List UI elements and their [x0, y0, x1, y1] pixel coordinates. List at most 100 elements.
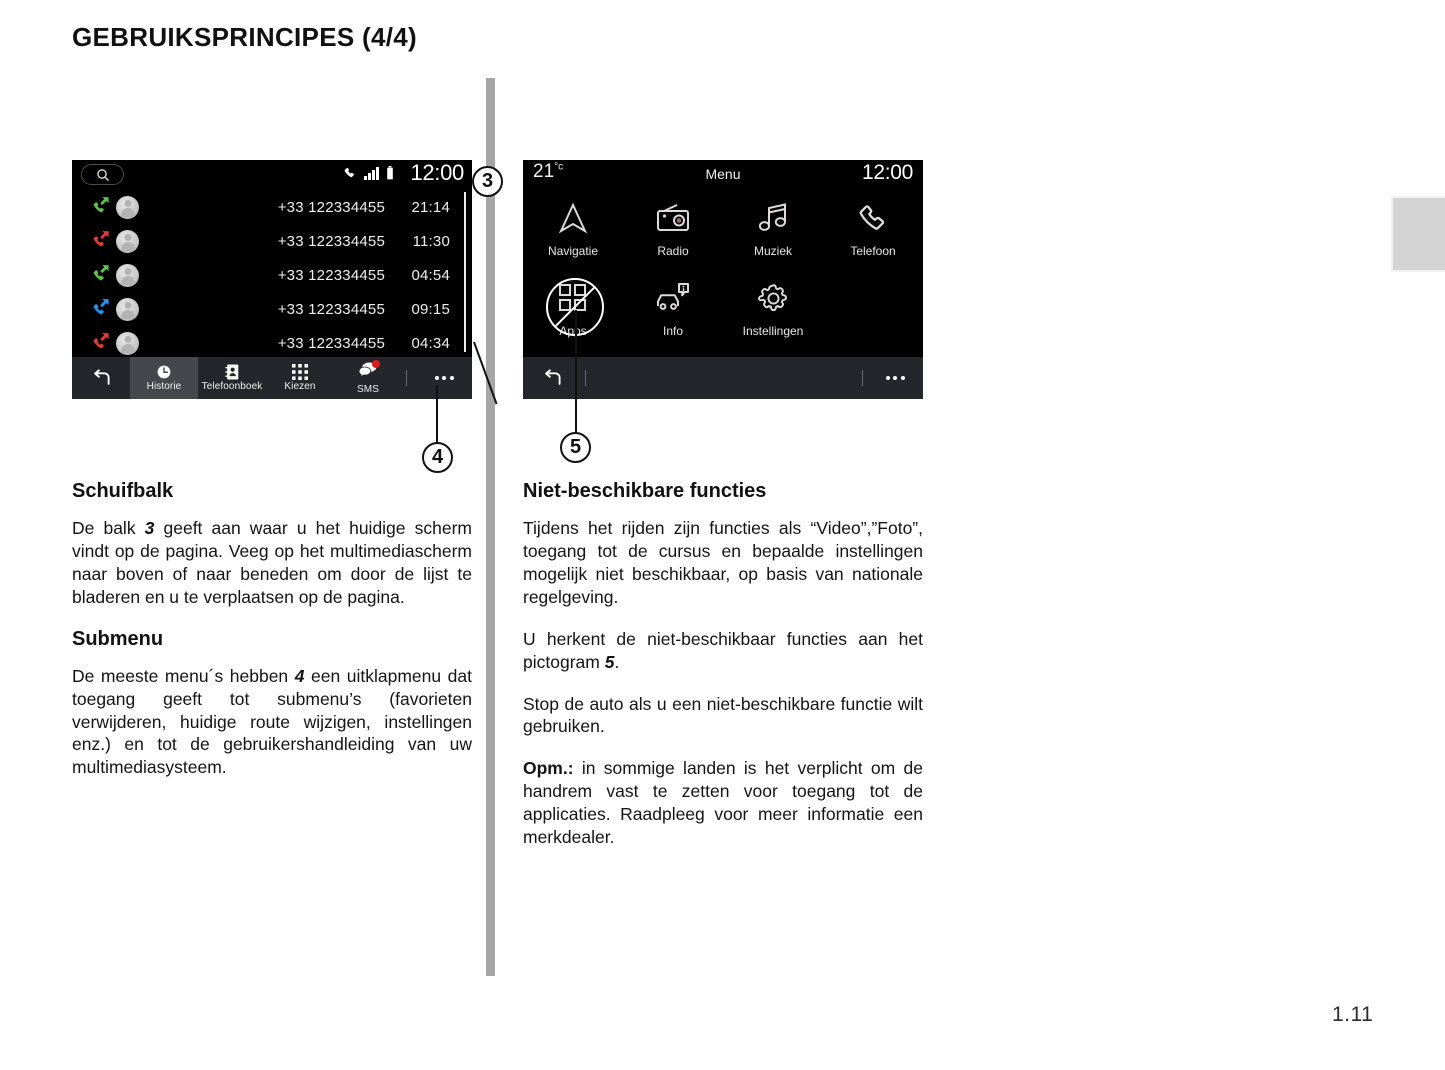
sms-bubble-icon	[358, 359, 380, 383]
tab-label: Kiezen	[284, 381, 316, 392]
menu-screen-clock: 12:00	[861, 161, 913, 184]
back-arrow-icon	[94, 369, 110, 385]
paragraph-opmerking: Opm.: in sommige landen is het verplicht…	[523, 757, 923, 849]
table-row[interactable]: +33 122334455 21:14	[72, 190, 472, 224]
call-time: 21:14	[411, 198, 450, 216]
right-text-column: Niet-beschikbare functies Tijdens het ri…	[523, 480, 923, 849]
menu-item-label: Instellingen	[742, 324, 804, 338]
overflow-menu-button[interactable]	[867, 357, 923, 399]
call-direction-icon	[72, 297, 116, 322]
call-number: +33 122334455	[277, 232, 385, 250]
call-direction-icon	[72, 195, 116, 220]
inline-reference: 4	[294, 665, 305, 686]
menu-item-info[interactable]: Info	[623, 278, 723, 352]
paragraph-niet-beschikbaar-3: Stop de auto als u een niet-beschikbare …	[523, 693, 923, 737]
menu-item-label: Info	[662, 324, 683, 338]
avatar	[116, 297, 139, 321]
left-text-column: Schuifbalk De balk 3 geeft aan waar u he…	[72, 480, 472, 779]
radio-icon	[655, 198, 691, 238]
tab-label: Historie	[146, 381, 182, 392]
menu-screen-figure: 21°c Menu 12:00 Navigatie Radio Muziek T…	[523, 160, 923, 463]
paragraph-text: De meeste menu´s hebben	[72, 665, 295, 686]
overflow-menu-button[interactable]	[416, 357, 472, 399]
call-number: +33 122334455	[277, 300, 385, 318]
table-row[interactable]: +33 122334455 09:15	[72, 292, 472, 326]
menu-grid-row-1: Navigatie Radio Muziek Telefoon	[523, 192, 923, 272]
inline-reference: 5	[604, 651, 615, 672]
page-title: GEBRUIKSPRINCIPES (4/4)	[72, 22, 417, 52]
gear-icon	[757, 278, 790, 318]
call-history-list[interactable]: +33 122334455 21:14 +33 122334455 11:30 …	[72, 190, 472, 360]
call-time: 09:15	[411, 300, 450, 318]
paragraph-schuifbalk: De balk 3 geeft aan waar u het huidige s…	[72, 517, 472, 609]
back-button[interactable]	[72, 357, 130, 399]
menu-item-apps[interactable]: Apps	[523, 278, 623, 352]
menu-item-radio[interactable]: Radio	[623, 198, 723, 272]
phone-screen: 12:00 +33 122334455 21:14 +33 122334455 …	[72, 160, 472, 399]
call-direction-icon	[72, 229, 116, 254]
call-direction-icon	[72, 331, 116, 356]
menu-screen-header: 21°c Menu 12:00	[523, 160, 923, 192]
tab-telefoonboek[interactable]: Telefoonboek	[198, 357, 266, 399]
call-number: +33 122334455	[277, 198, 385, 216]
call-number: +33 122334455	[277, 266, 385, 284]
call-number: +33 122334455	[277, 334, 385, 352]
tab-sms[interactable]: SMS	[334, 357, 402, 399]
avatar	[116, 331, 139, 355]
callout-3: 3	[472, 166, 503, 197]
avatar	[116, 229, 139, 253]
status-badge	[372, 359, 380, 368]
clock-icon	[157, 365, 171, 379]
call-time: 11:30	[412, 232, 450, 250]
section-heading-niet-beschikbare-functies: Niet-beschikbare functies	[523, 480, 767, 502]
table-row[interactable]: +33 122334455 11:30	[72, 224, 472, 258]
section-heading-submenu: Submenu	[72, 627, 164, 650]
tab-historie[interactable]: Historie	[130, 357, 198, 399]
search-icon[interactable]	[81, 164, 124, 185]
toolbar-separator	[406, 370, 407, 386]
menu-item-label: Radio	[657, 244, 689, 258]
music-notes-icon	[757, 198, 789, 238]
phone-screen-figure: 12:00 +33 122334455 21:14 +33 122334455 …	[72, 160, 503, 473]
menu-item-instellingen[interactable]: Instellingen	[723, 278, 823, 352]
battery-icon	[387, 166, 393, 180]
table-row[interactable]: +33 122334455 04:34	[72, 326, 472, 360]
toolbar-separator	[862, 370, 863, 386]
paragraph-niet-beschikbaar-1: Tijdens het rijden zijn functies als “Vi…	[523, 518, 923, 607]
callout-4: 4	[422, 442, 453, 473]
tab-label: Telefoonboek	[201, 381, 263, 392]
signal-bars-icon	[364, 166, 379, 180]
menu-screen: 21°c Menu 12:00 Navigatie Radio Muziek T…	[523, 160, 923, 399]
page-number: 1.11	[1332, 1003, 1374, 1026]
menu-grid-row-2: Apps Info Instellingen	[523, 272, 923, 352]
toolbar-separator	[585, 370, 586, 386]
tab-kiezen[interactable]: Kiezen	[266, 357, 334, 399]
menu-item-navigatie[interactable]: Navigatie	[523, 198, 623, 272]
avatar	[116, 195, 139, 219]
menu-item-muziek[interactable]: Muziek	[723, 198, 823, 272]
contact-card-icon	[224, 364, 238, 380]
phone-handset-icon	[345, 167, 355, 178]
table-row[interactable]: +33 122334455 04:54	[72, 258, 472, 292]
paragraph-niet-beschikbaar-2: U herkent de niet-beschikbaar functies a…	[523, 628, 923, 674]
chapter-tab-marker	[1391, 196, 1445, 272]
status-icons	[343, 166, 394, 180]
paragraph-text: U herkent de niet-beschikbaar functies a…	[523, 628, 923, 672]
callout-5: 5	[560, 432, 591, 463]
menu-item-telefoon[interactable]: Telefoon	[823, 198, 923, 272]
paragraph-text: De balk	[72, 518, 145, 538]
phone-handset-icon	[857, 198, 890, 238]
back-arrow-icon	[545, 369, 561, 385]
paragraph-submenu: De meeste menu´s hebben 4 een uitklapmen…	[72, 665, 472, 780]
note-label: Opm.:	[523, 758, 574, 779]
phone-bottom-toolbar: Historie Telefoonboek Kiezen SMS	[72, 357, 472, 399]
back-button[interactable]	[523, 357, 581, 399]
column-divider	[486, 78, 495, 976]
call-direction-icon	[72, 263, 116, 288]
paragraph-text: .	[614, 651, 620, 672]
keypad-icon	[292, 364, 308, 380]
avatar	[116, 263, 139, 287]
section-heading-schuifbalk: Schuifbalk	[72, 480, 174, 502]
menu-item-label: Telefoon	[850, 244, 896, 258]
